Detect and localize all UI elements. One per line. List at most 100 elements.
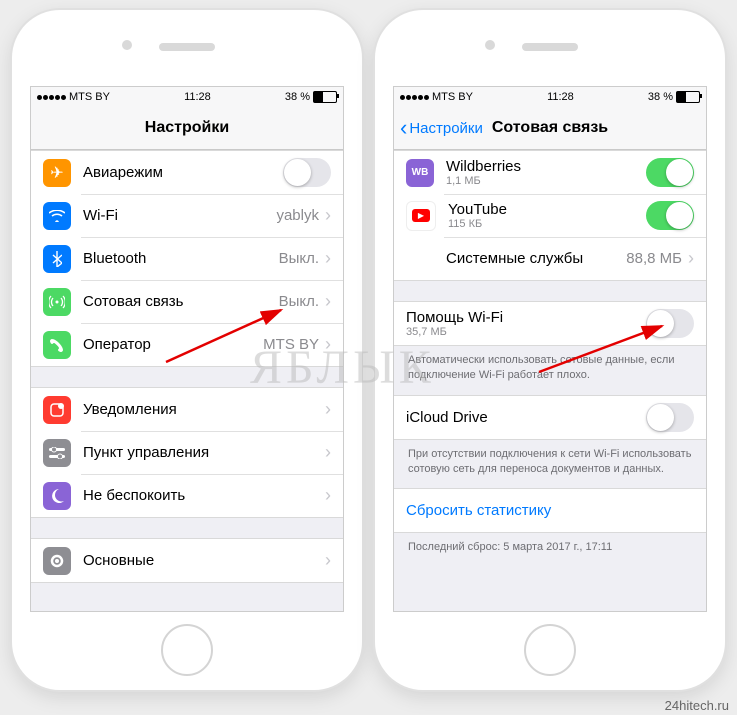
carrier-label: MTS BY xyxy=(432,91,473,103)
earpiece-speaker xyxy=(522,43,578,51)
chevron-right-icon: › xyxy=(325,485,331,506)
wifi-assist-footer: Автоматически использовать сотовые данны… xyxy=(394,346,706,387)
icloud-drive-footer: При отсутствии подключения к сети Wi-Fi … xyxy=(394,440,706,481)
row-label: Bluetooth xyxy=(83,250,279,267)
row-bluetooth[interactable]: Bluetooth Выкл. › xyxy=(31,237,343,280)
row-system-services[interactable]: Системные службы 88,8 МБ › xyxy=(394,237,706,280)
app-cellular-toggle[interactable] xyxy=(646,201,694,230)
row-value: yablyk xyxy=(276,207,319,224)
chevron-right-icon: › xyxy=(325,442,331,463)
screen-cellular: MTS BY 11:28 38 % ‹ Настройки Сотовая св… xyxy=(393,86,707,612)
nav-bar: Настройки xyxy=(31,107,343,150)
clock: 11:28 xyxy=(547,91,574,103)
last-reset-footer: Последний сброс: 5 марта 2017 г., 17:11 xyxy=(394,533,706,559)
wifi-assist-group: Помощь Wi-Fi 35,7 МБ xyxy=(394,301,706,346)
status-left: MTS BY xyxy=(37,91,110,103)
wifi-assist-toggle[interactable] xyxy=(646,309,694,338)
chevron-right-icon: › xyxy=(325,205,331,226)
earpiece-speaker xyxy=(159,43,215,51)
battery-icon xyxy=(313,91,337,103)
row-label: Основные xyxy=(83,552,325,569)
row-value: Выкл. xyxy=(279,293,319,310)
app-data-usage: 1,1 МБ xyxy=(446,175,646,187)
row-label: Пункт управления xyxy=(83,444,325,461)
bluetooth-icon xyxy=(43,245,71,273)
status-bar: MTS BY 11:28 38 % xyxy=(394,87,706,107)
row-wifi-assist[interactable]: Помощь Wi-Fi 35,7 МБ xyxy=(394,302,706,345)
status-right: 38 % xyxy=(648,91,700,103)
row-dnd[interactable]: Не беспокоить › xyxy=(31,474,343,517)
icloud-drive-group: iCloud Drive xyxy=(394,395,706,440)
airplane-icon: ✈ xyxy=(43,159,71,187)
row-app-wildberries[interactable]: WB Wildberries 1,1 МБ xyxy=(394,151,706,194)
row-general[interactable]: Основные › xyxy=(31,539,343,582)
nav-title: Настройки xyxy=(145,119,229,137)
gear-icon xyxy=(43,547,71,575)
airplane-toggle[interactable] xyxy=(283,158,331,187)
home-button[interactable] xyxy=(161,624,213,676)
nav-back-button[interactable]: ‹ Настройки xyxy=(400,115,483,141)
nav-bar: ‹ Настройки Сотовая связь xyxy=(394,107,706,150)
settings-group-general: Основные › xyxy=(31,538,343,583)
nav-back-label: Настройки xyxy=(409,120,483,137)
wifi-icon xyxy=(43,202,71,230)
clock: 11:28 xyxy=(184,91,211,103)
row-label: iCloud Drive xyxy=(406,409,646,426)
chevron-right-icon: › xyxy=(325,291,331,312)
chevron-right-icon: › xyxy=(688,248,694,269)
moon-icon xyxy=(43,482,71,510)
source-credit: 24hitech.ru xyxy=(665,698,729,713)
carrier-label: MTS BY xyxy=(69,91,110,103)
row-label: Авиарежим xyxy=(83,164,283,181)
row-app-youtube[interactable]: ▶ YouTube 115 КБ xyxy=(394,194,706,237)
front-camera xyxy=(122,40,132,50)
row-value: Выкл. xyxy=(279,250,319,267)
chevron-left-icon: ‹ xyxy=(400,115,407,141)
wildberries-app-icon: WB xyxy=(406,159,434,187)
settings-group-connectivity: ✈ Авиарежим Wi-Fi yablyk › Blueto xyxy=(31,150,343,367)
notifications-icon xyxy=(43,396,71,424)
row-cellular[interactable]: Сотовая связь Выкл. › xyxy=(31,280,343,323)
status-right: 38 % xyxy=(285,91,337,103)
chevron-right-icon: › xyxy=(325,399,331,420)
nav-title: Сотовая связь xyxy=(492,119,608,137)
row-label: Wi-Fi xyxy=(83,207,276,224)
battery-pct: 38 % xyxy=(648,91,673,103)
row-control-center[interactable]: Пункт управления › xyxy=(31,431,343,474)
cellular-apps-group: WB Wildberries 1,1 МБ ▶ YouTube 115 КБ xyxy=(394,150,706,281)
app-cellular-toggle[interactable] xyxy=(646,158,694,187)
control-center-icon xyxy=(43,439,71,467)
chevron-right-icon: › xyxy=(325,550,331,571)
signal-dots-icon xyxy=(37,95,66,100)
icloud-drive-toggle[interactable] xyxy=(646,403,694,432)
row-wifi[interactable]: Wi-Fi yablyk › xyxy=(31,194,343,237)
app-name: YouTube xyxy=(448,201,646,218)
settings-group-controls: Уведомления › Пункт управления › Не бесп… xyxy=(31,387,343,518)
youtube-app-icon: ▶ xyxy=(406,201,436,231)
phone-icon xyxy=(43,331,71,359)
status-left: MTS BY xyxy=(400,91,473,103)
reset-stats-group: Сбросить статистику xyxy=(394,488,706,533)
app-data-usage: 115 КБ xyxy=(448,218,646,230)
signal-dots-icon xyxy=(400,95,429,100)
reset-stats-link[interactable]: Сбросить статистику xyxy=(406,502,551,519)
row-label: Не беспокоить xyxy=(83,487,325,504)
row-label: Сотовая связь xyxy=(83,293,279,310)
row-reset-statistics[interactable]: Сбросить статистику xyxy=(394,489,706,532)
watermark-text: ЯБЛЫК xyxy=(250,340,435,395)
row-value: 88,8 МБ xyxy=(626,250,682,267)
screenshot-stage: MTS BY 11:28 38 % Настройки ✈ Авиарежим xyxy=(0,0,737,715)
status-bar: MTS BY 11:28 38 % xyxy=(31,87,343,107)
front-camera xyxy=(485,40,495,50)
chevron-right-icon: › xyxy=(325,248,331,269)
row-label: Системные службы xyxy=(446,250,626,267)
row-airplane-mode[interactable]: ✈ Авиарежим xyxy=(31,151,343,194)
battery-pct: 38 % xyxy=(285,91,310,103)
cellular-icon xyxy=(43,288,71,316)
home-button[interactable] xyxy=(524,624,576,676)
wifi-assist-usage: 35,7 МБ xyxy=(406,326,646,338)
app-name: Wildberries xyxy=(446,158,646,175)
row-label: Оператор xyxy=(83,336,263,353)
battery-icon xyxy=(676,91,700,103)
row-icloud-drive[interactable]: iCloud Drive xyxy=(394,396,706,439)
